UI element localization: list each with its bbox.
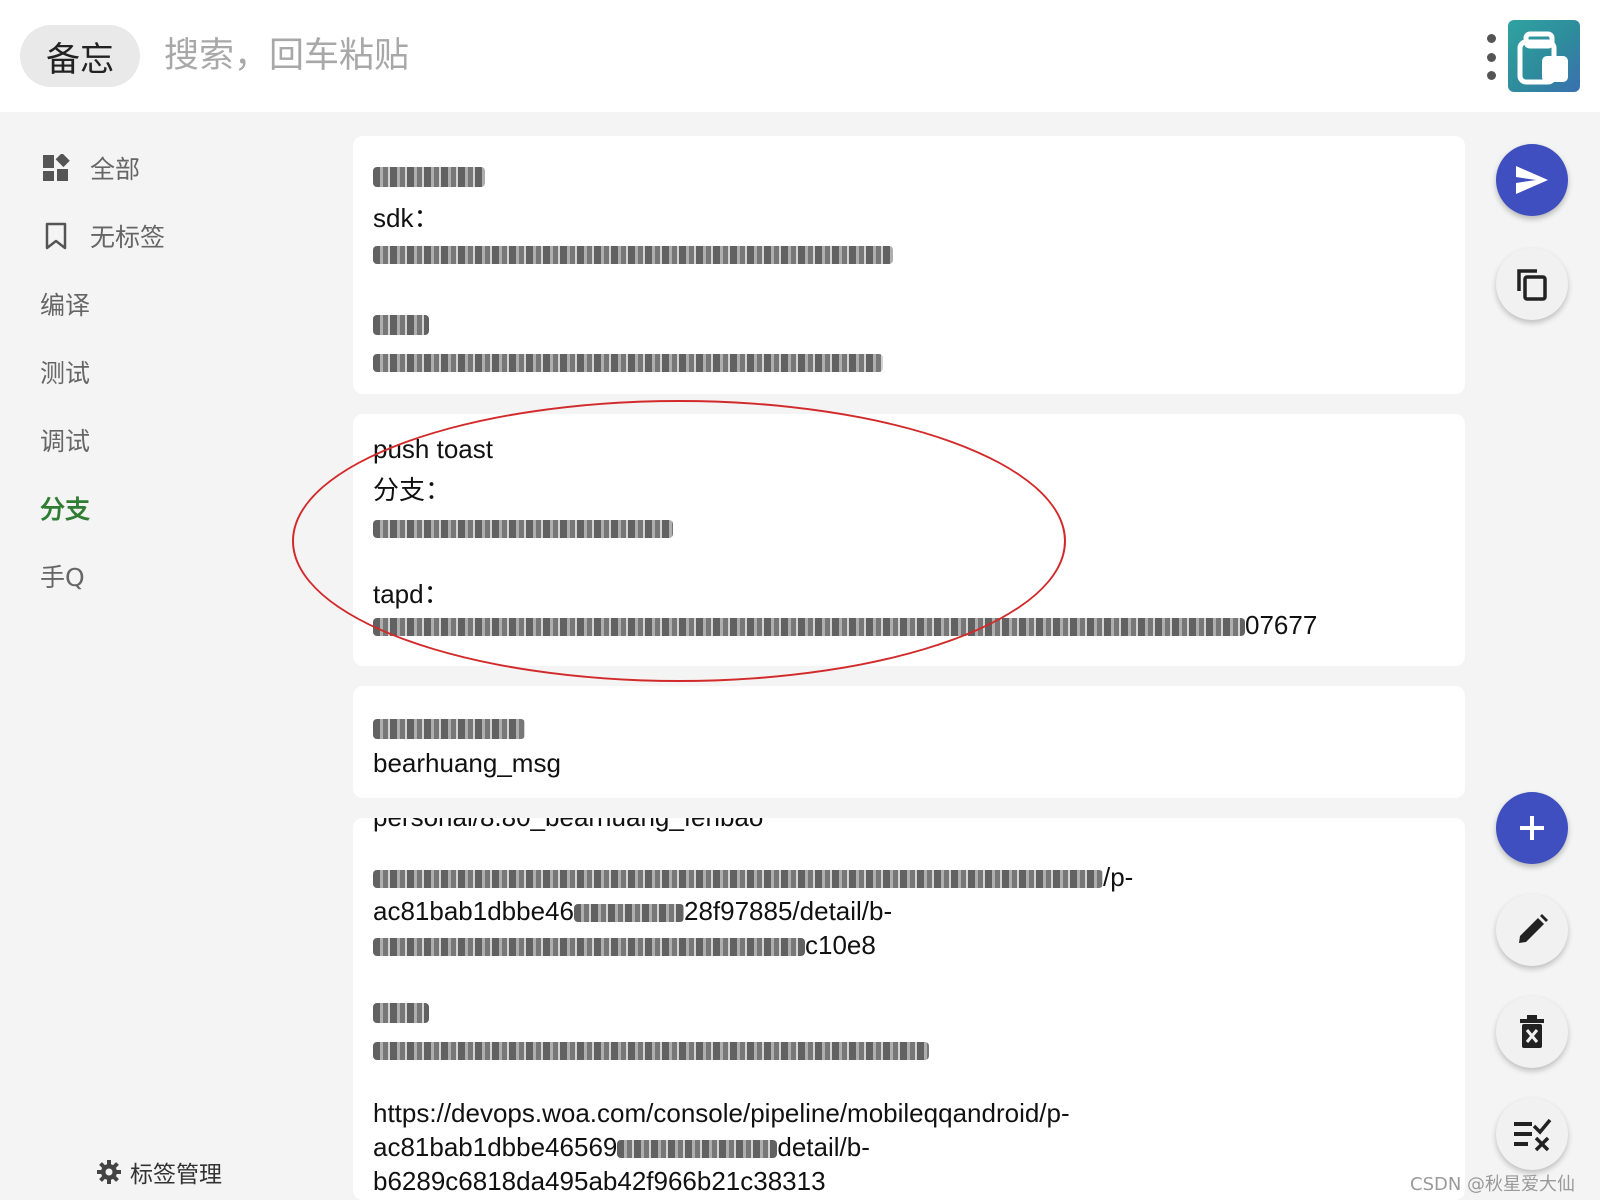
watermark: CSDN @秋星爱大仙 <box>1410 1174 1576 1195</box>
sidebar-item-label: 手Q <box>40 563 85 592</box>
sidebar-item-branch[interactable]: 分支 <box>40 488 90 528</box>
search-input[interactable] <box>164 28 1064 84</box>
top-bar: 备忘 <box>0 0 1600 112</box>
sidebar-item-label: 无标签 <box>90 223 166 252</box>
copy-button[interactable] <box>1496 248 1568 320</box>
edit-button[interactable] <box>1496 894 1568 966</box>
gear-icon <box>96 1159 122 1185</box>
dashboard-icon <box>40 152 72 184</box>
memo-line: sdk： <box>373 203 440 233</box>
clipboard-logo-icon <box>1517 31 1568 85</box>
memo-line: detail/b- <box>777 1132 870 1162</box>
sidebar-item-label: 编译 <box>40 291 91 320</box>
copy-icon <box>1517 269 1547 301</box>
memo-url-line: c10e8 <box>373 930 876 961</box>
memo-line: 分支： <box>373 475 452 505</box>
pencil-icon <box>1519 914 1548 943</box>
blurred-text <box>373 160 485 191</box>
memo-url-line: 07677 <box>373 610 1317 641</box>
memo-card[interactable]: bearhuang_msg <box>353 686 1465 798</box>
plus-icon <box>1520 816 1544 840</box>
blurred-text <box>373 512 673 543</box>
delete-button[interactable] <box>1496 996 1568 1068</box>
blurred-text <box>373 1034 929 1065</box>
trash-icon <box>1520 1015 1544 1048</box>
tag-manage-button[interactable]: 标签管理 <box>96 1152 222 1192</box>
memo-line: b6289c6818da495ab42f966b21c38313 <box>373 1166 826 1196</box>
sidebar-item-shouq[interactable]: 手Q <box>40 556 85 596</box>
memo-line: push toast <box>373 434 493 464</box>
send-button[interactable] <box>1496 144 1568 216</box>
memo-card[interactable]: sdk： <box>353 136 1465 394</box>
sidebar-item-all[interactable]: 全部 <box>40 148 140 188</box>
memo-line: personal/8.80_bearhuang_fenbao <box>373 818 763 833</box>
more-vertical-icon[interactable] <box>1482 34 1500 80</box>
checklist-icon <box>1514 1118 1552 1152</box>
blurred-text <box>373 996 429 1027</box>
memo-card[interactable]: push toast 分支： tapd： 07677 <box>353 414 1465 666</box>
memo-line: 28f97885/detail/b- <box>683 896 893 926</box>
tag-manage-label: 标签管理 <box>130 1162 222 1188</box>
memo-url-line: /p- <box>373 862 1133 893</box>
select-multiple-button[interactable] <box>1496 1098 1568 1170</box>
sidebar-item-test[interactable]: 测试 <box>40 352 90 392</box>
blurred-text <box>373 712 525 743</box>
blurred-text <box>373 346 883 377</box>
app-logo <box>1508 20 1580 92</box>
blurred-text <box>373 308 429 339</box>
memo-line: bearhuang_msg <box>373 748 561 778</box>
memo-line: https://devops.woa.com/console/pipeline/… <box>373 1098 1070 1128</box>
blurred-text <box>373 238 893 269</box>
bookmark-icon <box>40 220 72 252</box>
memo-line: ac81bab1dbbe46 <box>373 896 574 926</box>
sidebar-item-label: 分支 <box>40 495 91 524</box>
memo-line: ac81bab1dbbe46569 <box>373 1132 618 1162</box>
memo-line: tapd： <box>373 579 450 609</box>
sidebar-item-debug[interactable]: 调试 <box>40 420 90 460</box>
memo-line: 07677 <box>1245 610 1318 640</box>
memo-url-line: ac81bab1dbbe46569 detail/b- <box>373 1132 870 1163</box>
add-button[interactable] <box>1496 792 1568 864</box>
sidebar: 全部 无标签 编译 测试 调试 分支 手Q 标签管理 <box>0 112 340 1200</box>
send-icon <box>1516 166 1548 194</box>
app-title-chip[interactable]: 备忘 <box>20 25 140 87</box>
memo-line: c10e8 <box>805 930 876 960</box>
memo-card[interactable]: personal/8.80_bearhuang_fenbao /p- ac81b… <box>353 818 1465 1200</box>
sidebar-item-label: 全部 <box>90 155 141 184</box>
memo-url-line: ac81bab1dbbe46 28f97885/detail/b- <box>373 896 892 927</box>
sidebar-item-compile[interactable]: 编译 <box>40 284 90 324</box>
memo-line: /p- <box>1103 862 1134 892</box>
sidebar-item-label: 测试 <box>40 359 91 388</box>
sidebar-item-label: 调试 <box>40 427 91 456</box>
sidebar-item-untagged[interactable]: 无标签 <box>40 216 165 256</box>
